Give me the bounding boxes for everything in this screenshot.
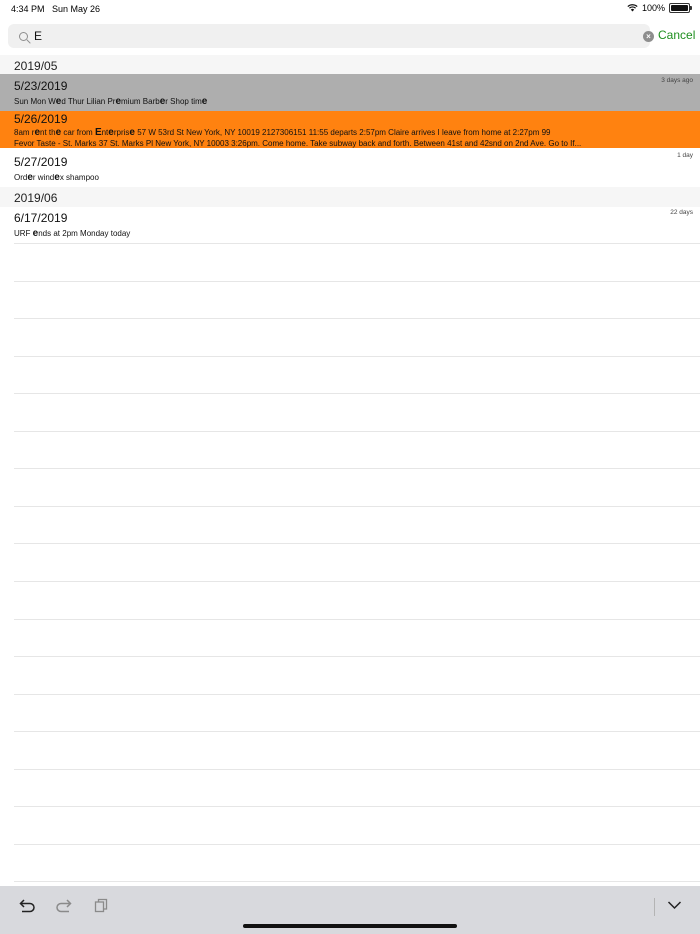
row-separator	[14, 356, 700, 357]
entry-excerpt: Order windex shampoo	[14, 172, 99, 183]
row-separator	[14, 281, 700, 282]
entry-excerpt: URF ends at 2pm Monday today	[14, 228, 131, 239]
entry-excerpt: Sun Mon Wed Thur Lilian Premium Barber S…	[14, 96, 208, 107]
row-separator	[14, 393, 700, 394]
wifi-icon	[627, 4, 638, 12]
toolbar-divider	[654, 898, 655, 916]
status-date: Sun May 26	[52, 4, 101, 14]
list-item-selected[interactable]: 5/26/2019 8am rent the car from Enterpri…	[0, 111, 700, 148]
clear-search-icon[interactable]: ×	[643, 31, 654, 42]
search-field[interactable]: ×	[8, 24, 654, 48]
entry-excerpt: 8am rent the car from Enterprise 57 W 53…	[14, 127, 551, 138]
row-separator	[14, 844, 700, 845]
status-time: 4:34 PM	[11, 4, 45, 14]
entry-age: 22 days	[670, 209, 693, 216]
home-indicator	[243, 924, 457, 928]
entry-date: 6/17/2019	[14, 211, 68, 225]
match-highlight: E	[94, 127, 102, 138]
section-header: 2019/05	[0, 55, 700, 75]
row-separator	[14, 806, 700, 807]
row-separator	[14, 694, 700, 695]
undo-icon[interactable]	[19, 898, 36, 913]
battery-percent: 100%	[641, 3, 665, 13]
entry-date: 5/23/2019	[14, 79, 68, 93]
row-separator	[14, 656, 700, 657]
search-bar: × Cancel	[0, 22, 700, 50]
cancel-button[interactable]: Cancel	[658, 28, 695, 42]
status-bar: 4:34 PM Sun May 26 100%	[0, 0, 700, 18]
section-title: 2019/05	[14, 59, 58, 73]
row-separator	[14, 769, 700, 770]
row-separator	[14, 468, 700, 469]
row-separator	[14, 431, 700, 432]
row-separator	[14, 881, 700, 882]
section-header: 2019/06	[0, 187, 700, 207]
entry-date: 5/27/2019	[14, 155, 68, 169]
row-separator	[14, 619, 700, 620]
entry-date: 5/26/2019	[14, 112, 68, 126]
search-input[interactable]	[34, 27, 634, 45]
row-separator	[14, 318, 700, 319]
row-separator	[14, 243, 700, 244]
list-item[interactable]: 5/23/2019 3 days ago Sun Mon Wed Thur Li…	[0, 74, 700, 111]
battery-icon	[669, 3, 692, 13]
copy-icon[interactable]	[94, 898, 109, 913]
status-right: 100%	[627, 3, 692, 13]
entry-age: 3 days ago	[661, 77, 693, 84]
list-item[interactable]: 5/27/2019 1 day Order windex shampoo	[0, 149, 700, 186]
search-icon	[19, 32, 28, 41]
chevron-down-icon[interactable]	[667, 900, 682, 910]
match-highlight: e	[201, 96, 208, 107]
entry-age: 1 day	[677, 152, 693, 159]
row-separator	[14, 581, 700, 582]
row-separator	[14, 543, 700, 544]
list-item[interactable]: 6/17/2019 22 days URF ends at 2pm Monday…	[0, 206, 700, 243]
section-title: 2019/06	[14, 191, 58, 205]
row-separator	[14, 506, 700, 507]
entry-excerpt-line2: Fevor Taste - St. Marks 37 St. Marks Pl …	[14, 139, 582, 148]
row-separator	[14, 731, 700, 732]
redo-icon[interactable]	[55, 898, 72, 913]
